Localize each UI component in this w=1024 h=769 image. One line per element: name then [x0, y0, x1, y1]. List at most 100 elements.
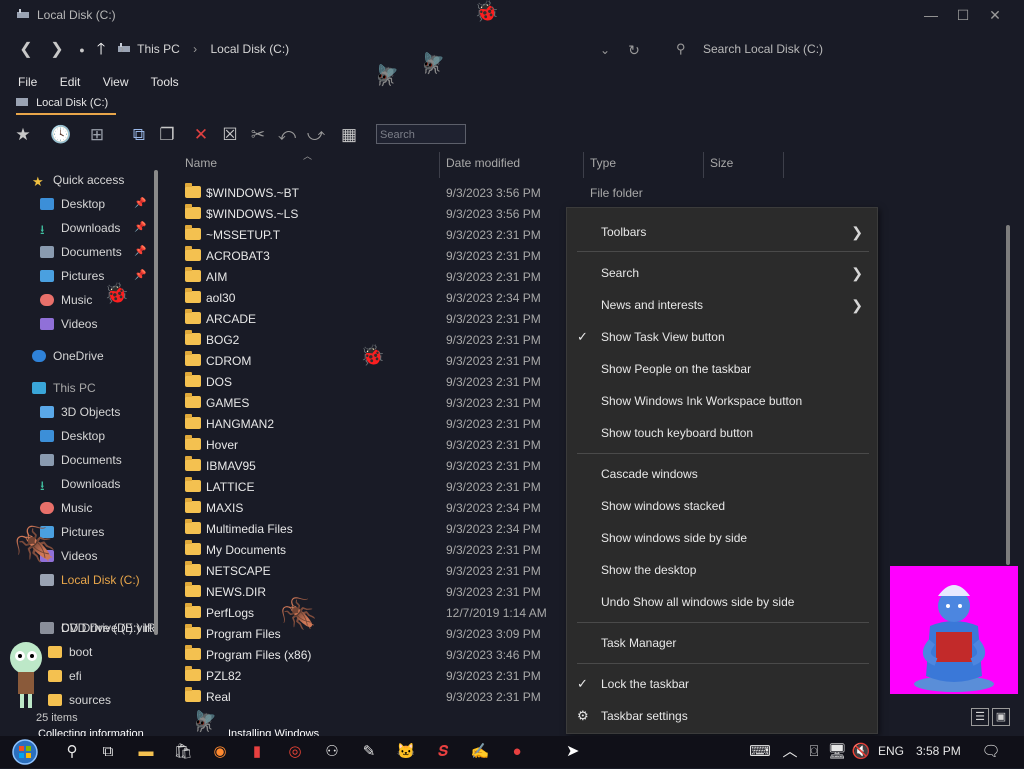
cat-app-icon[interactable]: 🐱: [395, 741, 417, 763]
file-row[interactable]: ~MSSETUP.T 9/3/2023 2:31 PM: [185, 225, 575, 246]
file-row[interactable]: $WINDOWS.~LS 9/3/2023 3:56 PM: [185, 204, 575, 225]
menu-file[interactable]: File: [18, 75, 37, 89]
column-name[interactable]: Name: [185, 156, 217, 170]
menu-item-undo[interactable]: Undo Show all windows side by side: [601, 586, 871, 618]
menu-item-task-manager[interactable]: Task Manager: [601, 627, 871, 659]
pin-icon[interactable]: 📌: [134, 222, 146, 233]
nav-quick-access[interactable]: ★ Quick access: [32, 170, 124, 190]
file-row[interactable]: Program Files (x86) 9/3/2023 3:46 PM: [185, 645, 575, 666]
file-row[interactable]: DOS 9/3/2023 2:31 PM: [185, 372, 575, 393]
menu-item-show-desktop[interactable]: Show the desktop: [601, 554, 871, 586]
nav-item-local-disk[interactable]: Local Disk (C:): [40, 570, 140, 590]
file-row[interactable]: Multimedia Files 9/3/2023 2:34 PM: [185, 519, 575, 540]
nav-onedrive[interactable]: OneDrive: [32, 346, 104, 366]
main-scrollbar[interactable]: [1006, 225, 1010, 565]
file-row[interactable]: GAMES 9/3/2023 2:31 PM: [185, 393, 575, 414]
recent-dropdown-icon[interactable]: ●: [72, 40, 92, 60]
menu-view[interactable]: View: [103, 75, 129, 89]
breadcrumb-local-disk[interactable]: Local Disk (C:): [211, 42, 290, 56]
menu-tools[interactable]: Tools: [151, 75, 179, 89]
clock[interactable]: 3:58 PM: [916, 744, 961, 758]
file-row[interactable]: NEWS.DIR 9/3/2023 2:31 PM: [185, 582, 575, 603]
redo-icon[interactable]: ⤻: [305, 124, 327, 146]
file-row[interactable]: Program Files 9/3/2023 3:09 PM: [185, 624, 575, 645]
cut-icon[interactable]: ✂: [247, 124, 269, 146]
menu-item-people[interactable]: Show People on the taskbar: [601, 353, 871, 385]
nav-item-efi[interactable]: efi: [48, 666, 82, 686]
office-icon[interactable]: ▮: [246, 741, 268, 763]
menu-item-taskbar-settings[interactable]: ⚙ Taskbar settings: [577, 700, 871, 732]
view-options-icon[interactable]: ▦: [338, 124, 360, 146]
notifications-icon[interactable]: 🗨: [980, 741, 1002, 763]
file-row[interactable]: PerfLogs 12/7/2019 1:14 AM: [185, 603, 575, 624]
nav-item-documents[interactable]: Documents: [40, 242, 122, 262]
column-divider[interactable]: [783, 152, 784, 178]
column-divider[interactable]: [439, 152, 440, 178]
menu-item-side-by-side[interactable]: Show windows side by side: [601, 522, 871, 554]
address-dropdown-icon[interactable]: ⌄: [595, 40, 615, 60]
app-s-icon[interactable]: 𝑺: [432, 741, 454, 763]
file-row[interactable]: IBMAV95 9/3/2023 2:31 PM: [185, 456, 575, 477]
nav-item-boot[interactable]: boot: [48, 642, 92, 662]
tab-local-disk[interactable]: Local Disk (C:): [16, 97, 116, 115]
undo-icon[interactable]: ⤺: [276, 124, 298, 146]
network-icon[interactable]: 🖥: [826, 741, 848, 763]
nav-item-downloads-pc[interactable]: ⭳ Downloads: [40, 474, 120, 494]
app-icon[interactable]: ●: [506, 741, 528, 763]
large-icons-view-button[interactable]: ▣: [992, 708, 1010, 726]
volume-muted-icon[interactable]: 🔇: [850, 741, 872, 763]
menu-item-cascade[interactable]: Cascade windows: [601, 458, 871, 490]
file-row[interactable]: LATTICE 9/3/2023 2:31 PM: [185, 477, 575, 498]
menu-item-touch-keyboard[interactable]: Show touch keyboard button: [601, 417, 871, 449]
menu-item-stacked[interactable]: Show windows stacked: [601, 490, 871, 522]
nav-item-desktop[interactable]: Desktop: [40, 194, 105, 214]
delete-icon[interactable]: ✕: [190, 124, 212, 146]
file-row[interactable]: $WINDOWS.~BT 9/3/2023 3:56 PM File folder: [185, 183, 643, 204]
file-row[interactable]: AIM 9/3/2023 2:31 PM: [185, 267, 575, 288]
forward-button[interactable]: ❯: [47, 40, 67, 60]
breadcrumb[interactable]: › This PC › Local Disk (C:): [120, 42, 299, 56]
toolbar-search-input[interactable]: Search: [376, 124, 466, 144]
nav-item-documents-pc[interactable]: Documents: [40, 450, 122, 470]
history-clock-icon[interactable]: 🕓: [50, 124, 72, 146]
file-row[interactable]: ACROBAT3 9/3/2023 2:31 PM: [185, 246, 575, 267]
file-row[interactable]: PZL82 9/3/2023 2:31 PM: [185, 666, 575, 687]
nav-item-music[interactable]: Music: [40, 290, 92, 310]
firefox-icon[interactable]: ◉: [209, 741, 231, 763]
menu-item-search[interactable]: Search ❯: [601, 257, 871, 289]
delete-permanent-icon[interactable]: ☒: [219, 124, 241, 146]
nav-item-dvd-drive[interactable]: DVD Drive (E:) IR: [40, 618, 156, 638]
windows-flag-icon[interactable]: ⊞: [86, 124, 108, 146]
file-row[interactable]: Real 9/3/2023 2:31 PM: [185, 687, 575, 708]
back-button[interactable]: ❮: [16, 40, 36, 60]
favorites-star-icon[interactable]: ★: [12, 124, 34, 146]
file-row[interactable]: ARCADE 9/3/2023 2:31 PM: [185, 309, 575, 330]
nav-item-videos[interactable]: Videos: [40, 314, 97, 334]
nav-item-pictures[interactable]: Pictures: [40, 266, 104, 286]
copy-to-icon[interactable]: ⧉: [128, 124, 150, 146]
close-button[interactable]: ✕: [985, 6, 1005, 24]
app-icon[interactable]: ⚇: [321, 741, 343, 763]
menu-item-task-view[interactable]: ✓ Show Task View button: [577, 321, 871, 353]
refresh-icon[interactable]: ↻: [624, 40, 644, 60]
up-button[interactable]: 🡑: [91, 40, 111, 60]
file-row[interactable]: My Documents 9/3/2023 2:31 PM: [185, 540, 575, 561]
search-icon[interactable]: ⚲: [61, 741, 83, 763]
nav-item-music-pc[interactable]: Music: [40, 498, 92, 518]
pin-icon[interactable]: 📌: [134, 198, 146, 209]
file-row[interactable]: HANGMAN2 9/3/2023 2:31 PM: [185, 414, 575, 435]
move-to-icon[interactable]: ❐: [156, 124, 178, 146]
app-icon[interactable]: ✍: [469, 741, 491, 763]
file-row[interactable]: NETSCAPE 9/3/2023 2:31 PM: [185, 561, 575, 582]
breadcrumb-this-pc[interactable]: This PC: [137, 42, 180, 56]
column-divider[interactable]: [583, 152, 584, 178]
menu-edit[interactable]: Edit: [60, 75, 81, 89]
menu-item-toolbars[interactable]: Toolbars ❯: [601, 216, 871, 248]
menu-item-ink[interactable]: Show Windows Ink Workspace button: [601, 385, 871, 417]
nav-item-3d-objects[interactable]: 3D Objects: [40, 402, 120, 422]
menu-item-news[interactable]: News and interests ❯: [601, 289, 871, 321]
nav-item-sources[interactable]: sources: [48, 690, 111, 710]
menu-item-lock-taskbar[interactable]: ✓ Lock the taskbar: [577, 668, 871, 700]
column-type[interactable]: Type: [590, 156, 616, 170]
maximize-button[interactable]: ☐: [953, 6, 973, 24]
